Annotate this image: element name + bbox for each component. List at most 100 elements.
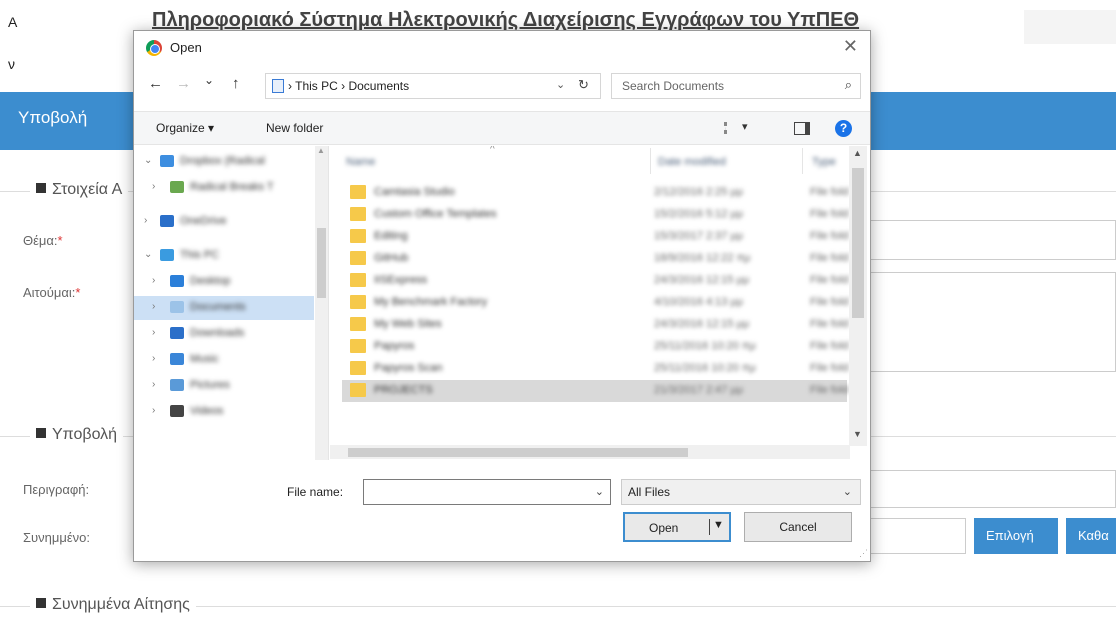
search-input[interactable]: Search Documents ⌕ <box>611 73 861 99</box>
nav-item-music[interactable]: › Music <box>134 348 314 372</box>
column-separator[interactable] <box>802 148 803 174</box>
file-name-input[interactable]: ⌄ <box>363 479 611 505</box>
folder-icon <box>350 229 366 243</box>
clear-button[interactable]: Καθα <box>1066 518 1116 554</box>
nav-item-radical[interactable]: › Radical Breaks T <box>134 176 314 200</box>
videos-icon <box>170 405 184 417</box>
chevron-down-icon[interactable]: ▾ <box>742 120 748 133</box>
file-row[interactable]: Custom Office Templates 15/2/2016 5:12 μμ… <box>342 204 849 226</box>
desktop-icon <box>170 275 184 287</box>
request-textarea[interactable] <box>860 272 1116 372</box>
file-row[interactable]: Camtasia Studio 2/12/2016 2:25 μμ File fol… <box>342 182 849 204</box>
file-list-scrollbar[interactable]: ▲ ▼ <box>849 146 867 446</box>
folder-icon <box>350 361 366 375</box>
header-text-bottom: ν <box>8 56 15 72</box>
folder-icon <box>350 185 366 199</box>
breadcrumb[interactable]: › This PC › Documents <box>288 79 409 93</box>
nav-item-dropbox[interactable]: ⌄ Dropbox (Radical <box>134 150 314 174</box>
folder-icon <box>350 339 366 353</box>
collapse-icon <box>36 428 46 438</box>
header-text-top: Α <box>8 14 18 30</box>
description-input[interactable] <box>860 470 1116 508</box>
organize-menu[interactable]: Organize ▾ <box>156 121 214 135</box>
subject-input[interactable] <box>860 220 1116 260</box>
cancel-button[interactable]: Cancel <box>744 512 852 542</box>
folder-icon <box>350 251 366 265</box>
folder-icon <box>350 273 366 287</box>
sort-caret-icon: ^ <box>490 146 495 155</box>
chevron-down-icon[interactable]: ⌄ <box>556 78 565 91</box>
file-row[interactable]: Papyros Scan 25/11/2016 10:20 πμ File fold <box>342 358 849 380</box>
file-row[interactable]: IISExpress 24/3/2016 12:15 μμ File fold <box>342 270 849 292</box>
column-header-date[interactable]: Date modified <box>658 156 726 168</box>
search-icon[interactable]: ⌕ <box>845 77 852 93</box>
folder-icon <box>350 207 366 221</box>
dropdown-arrow-icon[interactable]: ▼ <box>713 519 724 531</box>
folder-icon <box>350 295 366 309</box>
scroll-down-icon[interactable]: ▼ <box>853 429 862 439</box>
column-header-name[interactable]: Name <box>346 156 375 168</box>
attachment-input[interactable] <box>860 518 966 554</box>
scroll-thumb[interactable] <box>317 228 326 298</box>
scroll-up-icon[interactable]: ▲ <box>317 146 325 155</box>
resize-grip-icon[interactable]: ⋰ <box>859 548 868 559</box>
recent-locations-icon[interactable]: ⌄ <box>204 73 214 87</box>
choose-file-button[interactable]: Επιλογή <box>974 518 1058 554</box>
file-row[interactable]: Papyros 25/11/2016 10:20 πμ File fold <box>342 336 849 358</box>
file-row[interactable]: Editing 15/3/2017 2:37 μμ File fold <box>342 226 849 248</box>
nav-title[interactable]: Υποβολή <box>18 108 87 128</box>
folder-icon <box>350 317 366 331</box>
forward-arrow-icon[interactable]: → <box>176 75 191 92</box>
view-options-icon[interactable] <box>724 122 738 134</box>
description-label: Περιγραφή: <box>23 482 90 497</box>
download-icon <box>170 327 184 339</box>
address-bar[interactable]: › This PC › Documents ⌄ ↻ <box>265 73 601 99</box>
collapse-icon <box>36 183 46 193</box>
nav-item-videos[interactable]: › Videos <box>134 400 314 424</box>
documents-icon <box>170 301 184 313</box>
file-type-value: All Files <box>628 485 671 499</box>
onedrive-icon <box>160 215 174 227</box>
site-title[interactable]: Πληροφοριακό Σύστημα Ηλεκτρονικής Διαχεί… <box>152 9 859 32</box>
help-icon[interactable]: ? <box>835 120 852 137</box>
back-arrow-icon[interactable]: ← <box>148 75 163 92</box>
file-name-label: File name: <box>287 485 344 499</box>
dropbox-icon <box>160 155 174 167</box>
up-arrow-icon[interactable]: ↑ <box>232 75 240 92</box>
refresh-icon[interactable]: ↻ <box>578 77 589 93</box>
nav-item-onedrive[interactable]: › OneDrive <box>134 210 314 234</box>
nav-item-documents[interactable]: › Documents <box>134 296 314 320</box>
scroll-up-icon[interactable]: ▲ <box>853 148 862 158</box>
file-row[interactable]: PROJECTS 21/3/2017 2:47 μμ File fold <box>342 380 849 402</box>
nav-item-this-pc[interactable]: ⌄ This PC <box>134 244 314 268</box>
chevron-down-icon[interactable]: ⌄ <box>595 485 604 498</box>
pictures-icon <box>170 379 184 391</box>
new-folder-button[interactable]: New folder <box>266 121 323 135</box>
column-header-type[interactable]: Type <box>812 156 836 168</box>
section2-legend[interactable]: Υποβολή <box>30 426 124 444</box>
nav-scrollbar[interactable]: ▲ <box>315 146 328 460</box>
horizontal-scrollbar[interactable] <box>330 445 850 459</box>
open-button[interactable]: Open ▼ <box>623 512 731 542</box>
nav-item-downloads[interactable]: › Downloads <box>134 322 314 346</box>
nav-item-desktop[interactable]: › Desktop <box>134 270 314 294</box>
header-box <box>1024 10 1116 44</box>
file-type-select[interactable]: All Files ⌄ <box>621 479 861 505</box>
nav-item-pictures[interactable]: › Pictures <box>134 374 314 398</box>
section3-legend[interactable]: Συνημμένα Αίτησης <box>30 596 196 614</box>
column-separator[interactable] <box>650 148 651 174</box>
navigation-pane: ⌄ Dropbox (Radical › Radical Breaks T › … <box>134 146 329 460</box>
scroll-thumb[interactable] <box>852 168 864 318</box>
section1-legend[interactable]: Στοιχεία Α <box>30 181 129 199</box>
collapse-icon <box>36 598 46 608</box>
dialog-titlebar[interactable]: Open ✕ <box>134 31 870 65</box>
file-row[interactable]: GitHub 18/9/2016 12:22 πμ File fold <box>342 248 849 270</box>
file-row[interactable]: My Web Sites 24/3/2016 12:15 μμ File fold <box>342 314 849 336</box>
scroll-thumb[interactable] <box>348 448 688 457</box>
close-icon[interactable]: ✕ <box>843 36 858 57</box>
preview-pane-icon[interactable] <box>794 122 810 135</box>
address-row: ← → ⌄ ↑ › This PC › Documents ⌄ ↻ Search… <box>134 71 870 101</box>
chrome-icon <box>146 40 162 56</box>
search-placeholder: Search Documents <box>622 79 725 93</box>
file-row[interactable]: My Benchmark Factory 4/10/2016 4:13 μμ Fil… <box>342 292 849 314</box>
